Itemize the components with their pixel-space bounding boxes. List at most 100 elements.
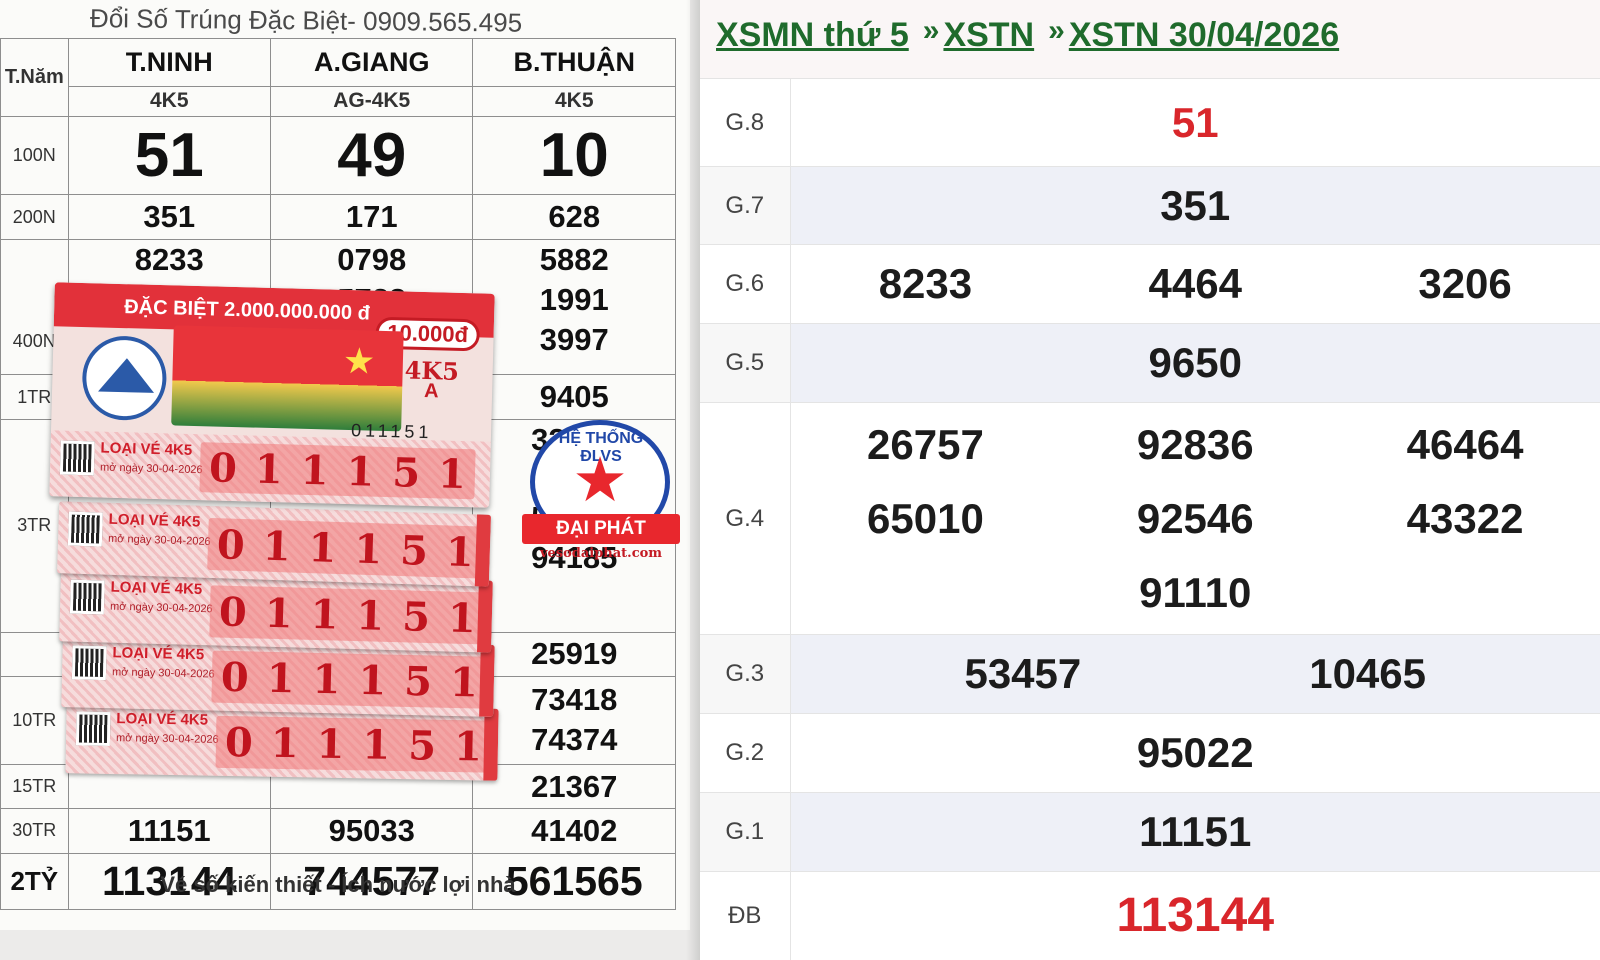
sheet-g6-value: 5882 <box>539 242 609 278</box>
breadcrumb-link-xstn-date[interactable]: XSTN 30/04/2026 <box>1069 16 1339 54</box>
ticket-digit: 1 <box>254 445 284 493</box>
sheet-g8-value: 51 <box>67 115 271 195</box>
ticket-type: LOẠI VÉ 4K5 <box>112 644 205 664</box>
sheet-g7-value: 628 <box>472 193 676 241</box>
qr-code-icon <box>67 511 103 547</box>
web-g8-value: 51 <box>1171 98 1219 146</box>
web-g5-value: 9650 <box>1148 339 1242 386</box>
ticket-date: mở ngày 30-04-2026 <box>111 666 215 681</box>
province-code: 4K5 <box>67 85 271 117</box>
web-g6-value: 4464 <box>1148 260 1242 307</box>
table-row: G.3 53457 10465 <box>700 634 1600 714</box>
ticket-digit: 1 <box>437 449 467 498</box>
table-row: G.8 51 <box>700 78 1600 167</box>
breadcrumb-separator: » <box>1048 14 1065 47</box>
ticket-digits: 011151 <box>207 517 484 579</box>
web-g7-value: 351 <box>1160 181 1231 229</box>
logo-label: ĐẠI PHÁT <box>522 514 680 544</box>
ticket-digit: 1 <box>362 720 391 769</box>
breadcrumb-link-xsmn[interactable]: XSMN thứ 5 <box>716 16 909 54</box>
province-name: T.NINH <box>67 38 271 87</box>
mountain-seal-icon <box>81 335 168 422</box>
ticket-digits: 011151 <box>199 442 476 500</box>
web-g4-value: 26757 <box>867 420 984 468</box>
sheet-g2-value: 21367 <box>472 763 676 810</box>
qr-code-icon <box>69 579 105 615</box>
ticket-digit: 1 <box>353 525 383 573</box>
ticket-digit: 1 <box>449 658 479 707</box>
ticket-digit: 5 <box>399 526 429 575</box>
web-g4-value: 92836 <box>1136 420 1254 468</box>
web-g4-value: 91110 <box>1139 568 1252 616</box>
prize-label: G.5 <box>700 323 791 403</box>
prize-label: G.4 <box>700 402 791 635</box>
sheet-g5-value: 9405 <box>472 373 676 421</box>
table-row: G.1 11151 <box>700 792 1600 872</box>
prize-label: 15TR <box>0 763 69 810</box>
breadcrumb-link-xstn[interactable]: XSTN <box>943 16 1034 54</box>
sheet-g1-value: 11151 <box>67 808 271 854</box>
ticket-digit: 0 <box>216 520 246 569</box>
province-code: 4K5 <box>472 85 676 117</box>
ticket-type: LOẠI VÉ 4K5 <box>100 439 193 459</box>
lottery-ticket-main: ĐẶC BIỆT 2.000.000.000 đ 10.000đ ★ 4K5 A… <box>49 282 495 508</box>
table-row: G.2 95022 <box>700 713 1600 793</box>
dai-phat-logo: HỆ THỐNG ĐLVS ★ ĐẠI PHÁT vesodaiphat.com <box>522 420 680 570</box>
ticket-digit: 1 <box>264 589 294 637</box>
ticket-type: LOẠI VÉ 4K5 <box>108 510 201 531</box>
ticket-date: mở ngày 30-04-2026 <box>115 732 219 746</box>
sheet-g3-value: 74374 <box>531 722 618 758</box>
ticket-stub: LOẠI VÉ 4K5 mở ngày 30-04-2026 011151 <box>49 430 491 508</box>
prize-label: 10TR <box>0 676 69 765</box>
prize-label: G.1 <box>700 792 791 872</box>
web-g2-value: 95022 <box>1136 729 1254 776</box>
lottery-ticket: LOẠI VÉ 4K5 mở ngày 30-04-2026 011151 <box>56 501 492 587</box>
web-g3-value: 10465 <box>1309 650 1427 697</box>
ticket-digit: 1 <box>345 447 375 496</box>
sheet-g1-value: 41402 <box>472 808 676 854</box>
province-name: B.THUẬN <box>472 38 676 87</box>
ticket-digit: 1 <box>447 594 477 642</box>
web-g4-value: 92546 <box>1136 494 1254 542</box>
ticket-type: LOẠI VÉ 4K5 <box>116 710 209 729</box>
ticket-digit: 1 <box>270 719 300 767</box>
web-g4-value: 43322 <box>1406 494 1524 542</box>
ticket-digit: 5 <box>403 657 433 705</box>
table-row: ĐB 113144 <box>700 871 1600 960</box>
sheet-g1-value: 95033 <box>269 808 474 854</box>
ticket-digit: 5 <box>407 721 437 770</box>
sheet-header: Đổi Số Trúng Đặc Biệt- 0909.565.495 <box>89 3 523 38</box>
qr-code-icon <box>71 645 107 681</box>
ticket-digit: 1 <box>312 655 341 703</box>
sheet-g8-value: 49 <box>269 115 474 195</box>
prize-label: G.3 <box>700 634 791 714</box>
web-g4-value: 46464 <box>1406 420 1524 468</box>
ticket-digits: 011151 <box>215 715 492 773</box>
ticket-digit: 1 <box>307 523 338 572</box>
province-code: AG-4K5 <box>269 85 474 117</box>
prize-label: G.8 <box>700 78 791 167</box>
ticket-date: mở ngày 30-04-2026 <box>109 600 213 616</box>
ticket-digits: 011151 <box>211 650 488 709</box>
ticket-digit: 1 <box>445 527 475 576</box>
star-icon: ★ <box>342 339 376 382</box>
sheet-g7-value: 351 <box>67 193 271 241</box>
sheet-g4-value: 25919 <box>472 631 676 678</box>
ticket-digit: 1 <box>300 446 330 494</box>
ticket-digit: 5 <box>401 592 431 641</box>
table-row: G.7 351 <box>700 166 1600 245</box>
ticket-digit: 1 <box>262 522 292 571</box>
sheet-g6-value: 1991 <box>539 282 609 318</box>
prize-label: G.7 <box>700 166 791 245</box>
ticket-date: mở ngày 30-04-2026 <box>107 532 211 549</box>
qr-code-icon <box>75 711 111 746</box>
ticket-digits: 011151 <box>209 585 486 645</box>
ticket-digit: 1 <box>309 590 340 639</box>
ticket-digit: 0 <box>218 588 248 636</box>
sheet-g3-value: 73418 <box>531 682 618 718</box>
web-g6-value: 3206 <box>1418 260 1512 307</box>
sheet-footer: Vé số kiến thiết - Ích nước lợi nhà <box>160 872 516 897</box>
ticket-digit: 5 <box>391 448 421 497</box>
ticket-type: LOẠI VÉ 4K5 <box>110 578 203 599</box>
web-g1-value: 11151 <box>1139 808 1252 855</box>
